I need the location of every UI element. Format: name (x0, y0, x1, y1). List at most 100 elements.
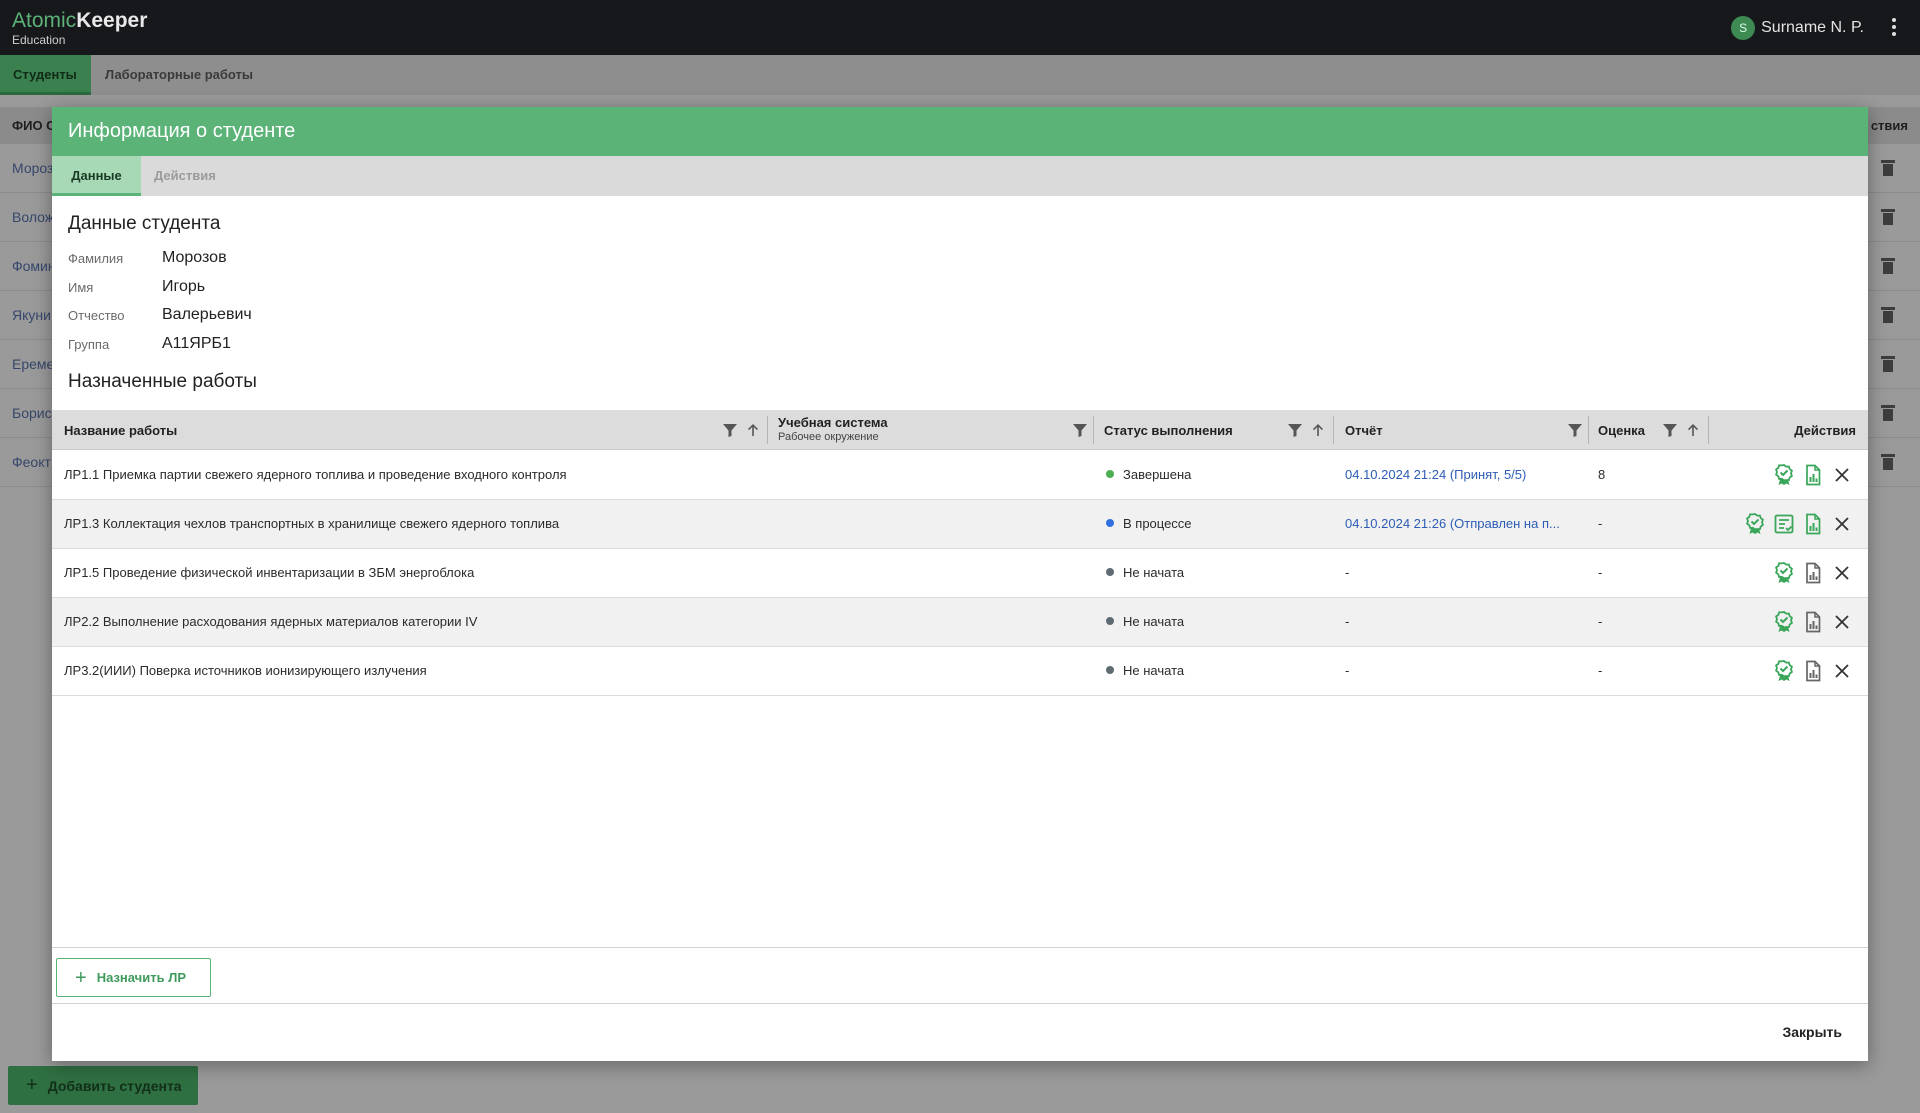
top-bar: AtomicKeeper Education S Surname N. P. (0, 0, 1920, 55)
add-student-label: Добавить студента (47, 1077, 182, 1094)
report-link: - (1345, 565, 1350, 580)
report-chart-icon[interactable] (1801, 659, 1825, 683)
plus-icon: + (26, 1074, 38, 1096)
close-icon[interactable] (1830, 512, 1854, 536)
close-button[interactable]: Закрыть (1782, 1024, 1842, 1040)
student-name-link[interactable]: Волож (12, 209, 54, 225)
column-actions: ствия (1870, 118, 1908, 133)
table-row[interactable]: ЛР1.5 Проведение физической инвентаризац… (52, 549, 1868, 598)
trash-icon[interactable] (1881, 160, 1895, 176)
trash-icon[interactable] (1881, 307, 1895, 323)
column-fio: ФИО С (12, 118, 56, 133)
student-name-link[interactable]: Якуни (12, 307, 51, 323)
user-name: Surname N. P. (1761, 19, 1864, 36)
field-label-surname: Фамилия (68, 251, 124, 266)
close-icon[interactable] (1830, 463, 1854, 487)
table-row[interactable]: ЛР2.2 Выполнение расходования ядерных ма… (52, 598, 1868, 647)
app-tabs: Студенты Лабораторные работы (0, 55, 1920, 95)
sort-up-icon[interactable] (745, 422, 761, 438)
trash-icon[interactable] (1881, 209, 1895, 225)
divider (52, 1003, 1868, 1004)
logo-text-keeper: Keeper (76, 9, 148, 32)
grade-value: 8 (1598, 467, 1606, 482)
award-icon[interactable] (1772, 463, 1796, 487)
student-info-dialog: Информация о студенте Данные Действия Да… (52, 107, 1868, 1061)
work-name: ЛР1.5 Проведение физической инвентаризац… (64, 565, 475, 580)
status-text: Не начата (1123, 565, 1185, 580)
column-divider[interactable] (767, 416, 768, 444)
student-name-link[interactable]: Борис (12, 405, 52, 421)
status-text: Не начата (1123, 614, 1185, 629)
trash-icon[interactable] (1881, 356, 1895, 372)
table-row[interactable]: ЛР1.1 Приемка партии свежего ядерного то… (52, 451, 1868, 500)
student-name-link[interactable]: Фомин (12, 258, 56, 274)
logo-text-atomic: Atomic (12, 9, 77, 32)
award-icon[interactable] (1743, 512, 1767, 536)
work-name: ЛР1.3 Коллектация чехлов транспортных в … (64, 516, 560, 531)
status-text: Не начата (1123, 663, 1185, 678)
tab-labs[interactable]: Лабораторные работы (105, 55, 253, 95)
more-menu-icon[interactable] (1890, 18, 1898, 36)
close-icon[interactable] (1830, 610, 1854, 634)
grade-value: - (1598, 663, 1603, 678)
report-link[interactable]: 04.10.2024 21:24 (Принят, 5/5) (1345, 467, 1577, 482)
report-chart-icon[interactable] (1801, 463, 1825, 487)
user-menu[interactable]: S Surname N. P. (1731, 16, 1864, 40)
works-section-title: Назначенные работы (68, 371, 257, 392)
filter-icon[interactable] (1072, 422, 1088, 438)
status-dot-icon (1106, 470, 1114, 478)
award-icon[interactable] (1772, 610, 1796, 634)
filter-icon[interactable] (1662, 422, 1678, 438)
sort-up-icon[interactable] (1685, 422, 1701, 438)
tab-data[interactable]: Данные (52, 156, 141, 196)
report-chart-icon[interactable] (1801, 561, 1825, 585)
plus-icon: + (75, 966, 87, 989)
award-icon[interactable] (1772, 561, 1796, 585)
assign-lab-button[interactable]: + Назначить ЛР (56, 958, 211, 997)
trash-icon[interactable] (1881, 454, 1895, 470)
column-divider[interactable] (1333, 416, 1334, 444)
student-name-link[interactable]: Ереме (12, 356, 54, 372)
tab-actions[interactable]: Действия (154, 156, 216, 196)
report-chart-icon[interactable] (1801, 610, 1825, 634)
status-badge: Не начата (1106, 663, 1326, 678)
field-value-group: А11ЯРБ1 (162, 335, 231, 352)
field-value-name: Игорь (162, 278, 206, 295)
work-name: ЛР3.2(ИИИ) Поверка источников ионизирующ… (64, 663, 427, 678)
review-icon[interactable] (1772, 512, 1796, 536)
filter-icon[interactable] (1567, 422, 1583, 438)
table-row[interactable]: ЛР3.2(ИИИ) Поверка источников ионизирующ… (52, 647, 1868, 696)
grade-value: - (1598, 516, 1603, 531)
report-link[interactable]: 04.10.2024 21:26 (Отправлен на п... (1345, 516, 1577, 531)
report-link: - (1345, 663, 1350, 678)
status-dot-icon (1106, 519, 1114, 527)
trash-icon[interactable] (1881, 258, 1895, 274)
student-name-link[interactable]: Мороз (12, 160, 53, 176)
app-logo[interactable]: AtomicKeeper Education (12, 9, 148, 48)
add-student-button[interactable]: + Добавить студента (8, 1066, 198, 1105)
report-chart-icon[interactable] (1801, 512, 1825, 536)
field-label-name: Имя (68, 280, 94, 295)
close-icon[interactable] (1830, 561, 1854, 585)
award-icon[interactable] (1772, 659, 1796, 683)
student-section-title: Данные студента (68, 213, 221, 234)
filter-icon[interactable] (722, 422, 738, 438)
table-row[interactable]: ЛР1.3 Коллектация чехлов транспортных в … (52, 500, 1868, 549)
work-name: ЛР2.2 Выполнение расходования ядерных ма… (64, 614, 478, 629)
field-label-patronymic: Отчество (68, 308, 125, 323)
status-badge: Не начата (1106, 565, 1326, 580)
logo-subtitle: Education (12, 33, 66, 47)
column-divider[interactable] (1708, 416, 1709, 444)
sort-up-icon[interactable] (1310, 422, 1326, 438)
status-text: Завершена (1123, 467, 1192, 482)
work-name: ЛР1.1 Приемка партии свежего ядерного то… (64, 467, 567, 482)
student-name-link[interactable]: Феокт (12, 454, 51, 470)
filter-icon[interactable] (1287, 422, 1303, 438)
tab-students[interactable]: Студенты (0, 55, 91, 95)
status-dot-icon (1106, 617, 1114, 625)
column-divider[interactable] (1588, 416, 1589, 444)
trash-icon[interactable] (1881, 405, 1895, 421)
works-table-header: Название работы Учебная система Рабочее … (52, 410, 1868, 450)
close-icon[interactable] (1830, 659, 1854, 683)
column-divider[interactable] (1093, 416, 1094, 444)
